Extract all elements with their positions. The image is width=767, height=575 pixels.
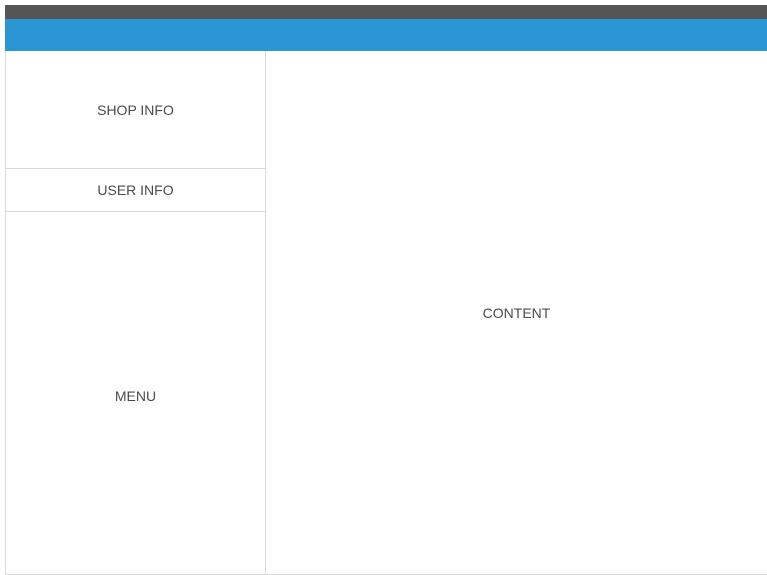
sidebar: SHOP INFO USER INFO MENU [6,51,266,574]
top-bar [5,5,767,19]
content-area: CONTENT [266,51,767,574]
shop-info-panel: SHOP INFO [6,51,265,169]
menu-label: MENU [114,388,157,404]
app-frame: SHOP INFO USER INFO MENU CONTENT [5,5,767,575]
menu-panel[interactable]: MENU [6,212,265,574]
user-info-panel[interactable]: USER INFO [6,169,265,212]
header-bar [5,19,767,51]
user-info-label: USER INFO [97,182,174,198]
content-label: CONTENT [482,304,551,321]
shop-info-label: SHOP INFO [97,101,174,118]
main-body: SHOP INFO USER INFO MENU CONTENT [5,51,767,575]
